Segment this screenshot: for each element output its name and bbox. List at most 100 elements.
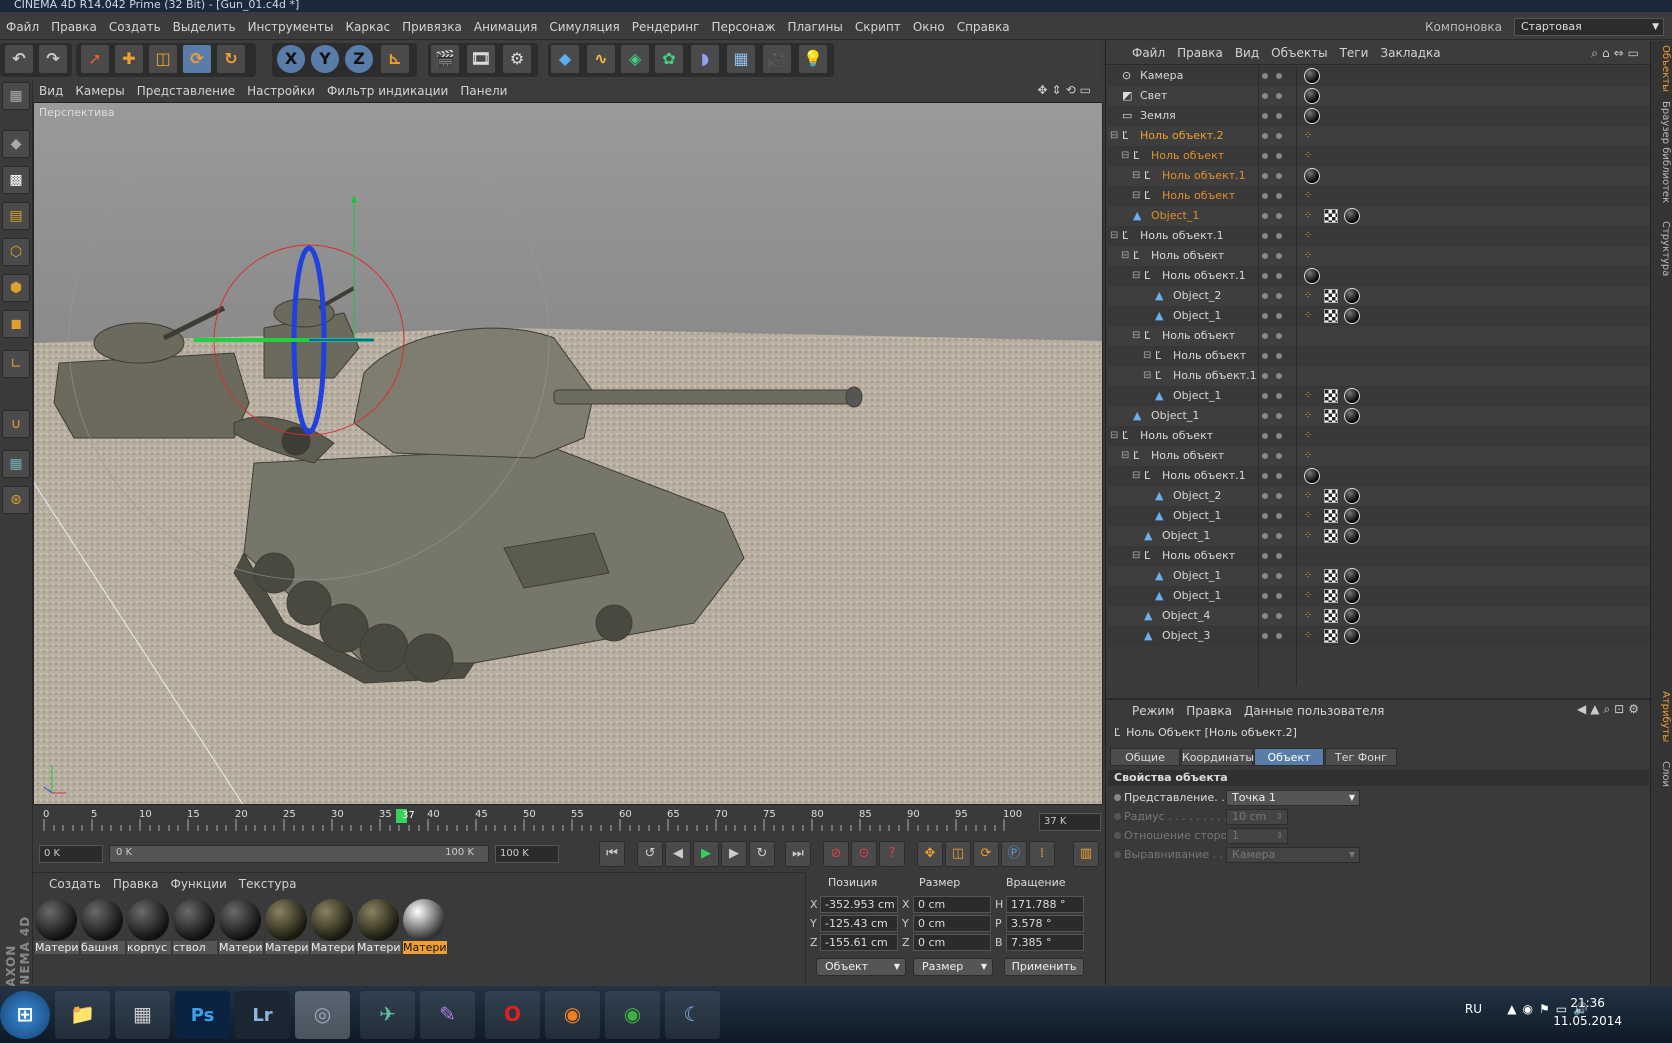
key-rotation-icon[interactable]: ⟳ [973, 841, 999, 867]
editor-visibility-dot[interactable] [1262, 433, 1268, 439]
object-row[interactable]: ▲ Object_1 ⁘ [1108, 566, 1649, 586]
position-field[interactable]: -125.43 cm [820, 915, 898, 932]
light-icon[interactable]: 💡 [798, 44, 828, 74]
object-row[interactable]: ⊟ Ľ Ноль объект [1108, 326, 1649, 346]
om-menu-item[interactable]: Вид [1229, 41, 1265, 65]
om-menu-item[interactable]: Теги [1334, 41, 1375, 65]
attr-menu-item[interactable]: Данные пользователя [1238, 700, 1390, 722]
render-visibility-dot[interactable] [1276, 353, 1282, 359]
expand-icon[interactable]: ⊟ [1110, 426, 1118, 446]
apply-button[interactable]: Применить [1004, 958, 1084, 976]
object-list[interactable]: ⊙ Камера ◩ Свет ▭ Земля ⊟ Ľ Ноль объект.2 ⁘ ⊟ Ľ Ноль… [1108, 66, 1649, 686]
material-tag-icon[interactable] [1304, 108, 1320, 124]
object-row[interactable]: ▲ Object_1 ⁘ [1108, 506, 1649, 526]
render-visibility-dot[interactable] [1276, 553, 1282, 559]
phong-tag-icon[interactable]: ⁘ [1304, 490, 1316, 502]
goto-end-icon[interactable]: ⏭ [785, 841, 811, 867]
expand-icon[interactable]: ⊟ [1121, 146, 1129, 166]
side-tab[interactable]: Атрибуты [1653, 691, 1671, 742]
attr-menu-item[interactable]: Правка [1180, 700, 1238, 722]
material-swatch[interactable]: башня [81, 899, 125, 955]
object-row[interactable]: ⊟ Ľ Ноль объект ⁘ [1108, 246, 1649, 266]
attr-nav-icons[interactable]: ◀▲⌕⊡⚙ [1577, 702, 1643, 717]
material-tag-icon[interactable] [1344, 388, 1360, 404]
timeline-window-icon[interactable]: ▥ [1073, 841, 1099, 867]
model-mode-icon[interactable]: ◆ [2, 130, 30, 158]
side-tab[interactable]: Объекты [1653, 45, 1671, 92]
render-visibility-dot[interactable] [1276, 573, 1282, 579]
phong-tag-icon[interactable]: ⁘ [1304, 130, 1316, 142]
polygons-mode-icon[interactable]: ◼ [2, 310, 30, 338]
expand-icon[interactable]: ⊟ [1143, 366, 1151, 386]
menu-item[interactable]: Инструменты [242, 14, 340, 40]
opera-icon[interactable]: O [485, 991, 540, 1039]
render-visibility-dot[interactable] [1276, 473, 1282, 479]
render-visibility-dot[interactable] [1276, 373, 1282, 379]
material-swatch[interactable]: Матери [357, 899, 401, 955]
menu-item[interactable]: Рендеринг [626, 14, 706, 40]
array-icon[interactable]: ✿ [654, 44, 684, 74]
editor-visibility-dot[interactable] [1262, 573, 1268, 579]
attr-prop-field[interactable]: Точка 1 ▼ [1226, 790, 1360, 806]
texture-tag-icon[interactable] [1324, 569, 1338, 583]
render-visibility-dot[interactable] [1276, 313, 1282, 319]
points-mode-icon[interactable]: ⬡ [2, 238, 30, 266]
object-row[interactable]: ⊟ Ľ Ноль объект.2 ⁘ [1108, 126, 1649, 146]
editor-visibility-dot[interactable] [1262, 513, 1268, 519]
editor-visibility-dot[interactable] [1262, 393, 1268, 399]
object-row[interactable]: ▲ Object_2 ⁘ [1108, 286, 1649, 306]
phong-tag-icon[interactable]: ⁘ [1304, 210, 1316, 222]
material-tag-icon[interactable] [1344, 568, 1360, 584]
key-position-icon[interactable]: ✥ [917, 841, 943, 867]
render-visibility-dot[interactable] [1276, 333, 1282, 339]
current-frame-field[interactable]: 37 K [1039, 813, 1101, 831]
object-row[interactable]: ⊟ Ľ Ноль объект [1108, 546, 1649, 566]
render-visibility-dot[interactable] [1276, 173, 1282, 179]
start-button[interactable]: ⊞ [0, 991, 50, 1039]
render-visibility-dot[interactable] [1276, 593, 1282, 599]
editor-visibility-dot[interactable] [1262, 153, 1268, 159]
menu-item[interactable]: Симуляция [543, 14, 625, 40]
camera-icon[interactable]: 🎥 [762, 44, 792, 74]
menu-item[interactable]: Скрипт [849, 14, 907, 40]
material-tag-icon[interactable] [1304, 68, 1320, 84]
viewport-menu-item[interactable]: Панели [454, 80, 513, 102]
object-row[interactable]: ▲ Object_1 ⁘ [1108, 386, 1649, 406]
render-visibility-dot[interactable] [1276, 93, 1282, 99]
object-row[interactable]: ⊟ Ľ Ноль объект [1108, 346, 1649, 366]
object-row[interactable]: ⊟ Ľ Ноль объект.1 [1108, 466, 1649, 486]
move-icon[interactable]: ✚ [114, 44, 144, 74]
next-frame-icon[interactable]: ▶ [721, 841, 747, 867]
object-row[interactable]: ◩ Свет [1108, 86, 1649, 106]
viewport-menu-item[interactable]: Представление [131, 80, 241, 102]
material-swatch[interactable]: ствол [173, 899, 217, 955]
editor-visibility-dot[interactable] [1262, 533, 1268, 539]
material-tag-icon[interactable] [1344, 608, 1360, 624]
side-tab[interactable]: Структура [1653, 221, 1671, 276]
texture-tag-icon[interactable] [1324, 489, 1338, 503]
object-row[interactable]: ⊟ Ľ Ноль объект.1 [1108, 366, 1649, 386]
editor-visibility-dot[interactable] [1262, 333, 1268, 339]
language-indicator[interactable]: RU [1465, 1002, 1482, 1016]
attr-tab[interactable]: Общие [1110, 748, 1180, 766]
make-editable-icon[interactable]: ▦ [2, 82, 30, 110]
editor-visibility-dot[interactable] [1262, 593, 1268, 599]
phong-tag-icon[interactable]: ⁘ [1304, 190, 1316, 202]
texture-tag-icon[interactable] [1324, 289, 1338, 303]
material-tag-icon[interactable] [1344, 308, 1360, 324]
firefox-icon[interactable]: ◉ [545, 991, 600, 1039]
photoshop-icon[interactable]: Ps [175, 991, 230, 1039]
material-tag-icon[interactable] [1304, 468, 1320, 484]
menu-item[interactable]: Анимация [468, 14, 543, 40]
prev-key-icon[interactable]: ↺ [637, 841, 663, 867]
render-visibility-dot[interactable] [1276, 73, 1282, 79]
texture-tag-icon[interactable] [1324, 529, 1338, 543]
menu-item[interactable]: Файл [0, 14, 45, 40]
coord-mode-select[interactable]: Объект ▼ [816, 958, 906, 976]
undo-icon[interactable]: ↶ [4, 44, 34, 74]
render-visibility-dot[interactable] [1276, 413, 1282, 419]
texture-tag-icon[interactable] [1324, 609, 1338, 623]
expand-icon[interactable]: ⊟ [1132, 166, 1140, 186]
menu-item[interactable]: Создать [103, 14, 167, 40]
material-menu-item[interactable]: Создать [43, 873, 107, 895]
